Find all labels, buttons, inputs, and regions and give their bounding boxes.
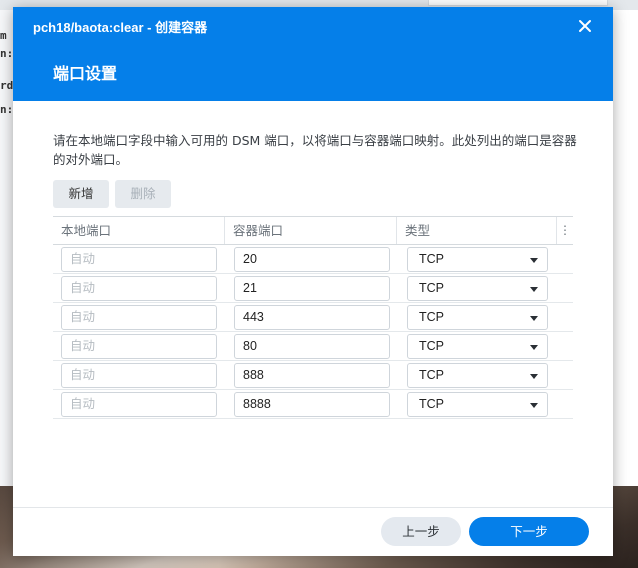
type-select[interactable]: TCP bbox=[407, 363, 548, 388]
type-select[interactable]: TCP bbox=[407, 334, 548, 359]
caret-down-icon bbox=[530, 316, 538, 321]
type-select-value: TCP bbox=[419, 281, 444, 295]
table-row: 自动 20 TCP bbox=[53, 245, 573, 274]
background-text-fragment: m bbox=[0, 29, 7, 42]
table-row: 自动 21 TCP bbox=[53, 274, 573, 303]
local-port-input[interactable]: 自动 bbox=[61, 305, 217, 330]
description-text: 请在本地端口字段中输入可用的 DSM 端口，以将端口与容器端口映射。此处列出的端… bbox=[53, 133, 577, 167]
table-row: 自动 8888 TCP bbox=[53, 390, 573, 419]
type-select-value: TCP bbox=[419, 397, 444, 411]
type-select[interactable]: TCP bbox=[407, 247, 548, 272]
type-select-value: TCP bbox=[419, 252, 444, 266]
type-select-value: TCP bbox=[419, 310, 444, 324]
column-header-local-port[interactable]: 本地端口 bbox=[53, 217, 225, 244]
type-select[interactable]: TCP bbox=[407, 392, 548, 417]
type-select[interactable]: TCP bbox=[407, 305, 548, 330]
add-button[interactable]: 新增 bbox=[53, 180, 109, 208]
caret-down-icon bbox=[530, 258, 538, 263]
container-port-input[interactable]: 21 bbox=[234, 276, 390, 301]
caret-down-icon bbox=[530, 374, 538, 379]
next-step-button[interactable]: 下一步 bbox=[469, 517, 589, 546]
container-port-input[interactable]: 80 bbox=[234, 334, 390, 359]
background-right-panel bbox=[613, 10, 638, 490]
container-port-input[interactable]: 8888 bbox=[234, 392, 390, 417]
container-port-input[interactable]: 443 bbox=[234, 305, 390, 330]
local-port-input[interactable]: 自动 bbox=[61, 276, 217, 301]
dialog-header: pch18/baota:clear - 创建容器 端口设置 bbox=[13, 7, 613, 101]
dialog-title: pch18/baota:clear - 创建容器 bbox=[33, 20, 208, 35]
table-header: 本地端口 容器端口 类型 ⋮ bbox=[53, 216, 573, 245]
background-text-fragment: n:c bbox=[0, 103, 14, 116]
local-port-input[interactable]: 自动 bbox=[61, 392, 217, 417]
table-row: 自动 443 TCP bbox=[53, 303, 573, 332]
caret-down-icon bbox=[530, 287, 538, 292]
previous-step-button[interactable]: 上一步 bbox=[381, 517, 461, 546]
delete-button[interactable]: 删除 bbox=[115, 180, 171, 208]
container-port-input[interactable]: 888 bbox=[234, 363, 390, 388]
close-icon[interactable] bbox=[575, 16, 595, 36]
background-tab bbox=[428, 0, 608, 6]
background-left-panel: m n:c rd n:c bbox=[0, 10, 14, 490]
local-port-input[interactable]: 自动 bbox=[61, 363, 217, 388]
type-select-value: TCP bbox=[419, 339, 444, 353]
column-header-type[interactable]: 类型 bbox=[397, 217, 557, 244]
table-row: 自动 80 TCP bbox=[53, 332, 573, 361]
container-port-input[interactable]: 20 bbox=[234, 247, 390, 272]
page-heading: 端口设置 bbox=[53, 64, 118, 83]
caret-down-icon bbox=[530, 403, 538, 408]
port-table-body: 自动 20 TCP 自动 21 TCP 自动 443 TCP 自动 80 TCP… bbox=[53, 245, 573, 419]
more-vertical-icon[interactable]: ⋮ bbox=[557, 217, 573, 244]
type-select[interactable]: TCP bbox=[407, 276, 548, 301]
footer-divider bbox=[13, 507, 613, 508]
caret-down-icon bbox=[530, 345, 538, 350]
table-row: 自动 888 TCP bbox=[53, 361, 573, 390]
local-port-input[interactable]: 自动 bbox=[61, 334, 217, 359]
create-container-dialog: pch18/baota:clear - 创建容器 端口设置 请在本地端口字段中输… bbox=[13, 7, 613, 556]
column-header-container-port[interactable]: 容器端口 bbox=[225, 217, 397, 244]
type-select-value: TCP bbox=[419, 368, 444, 382]
background-text-fragment: rd bbox=[0, 79, 14, 92]
background-text-fragment: n:c bbox=[0, 47, 14, 60]
local-port-input[interactable]: 自动 bbox=[61, 247, 217, 272]
